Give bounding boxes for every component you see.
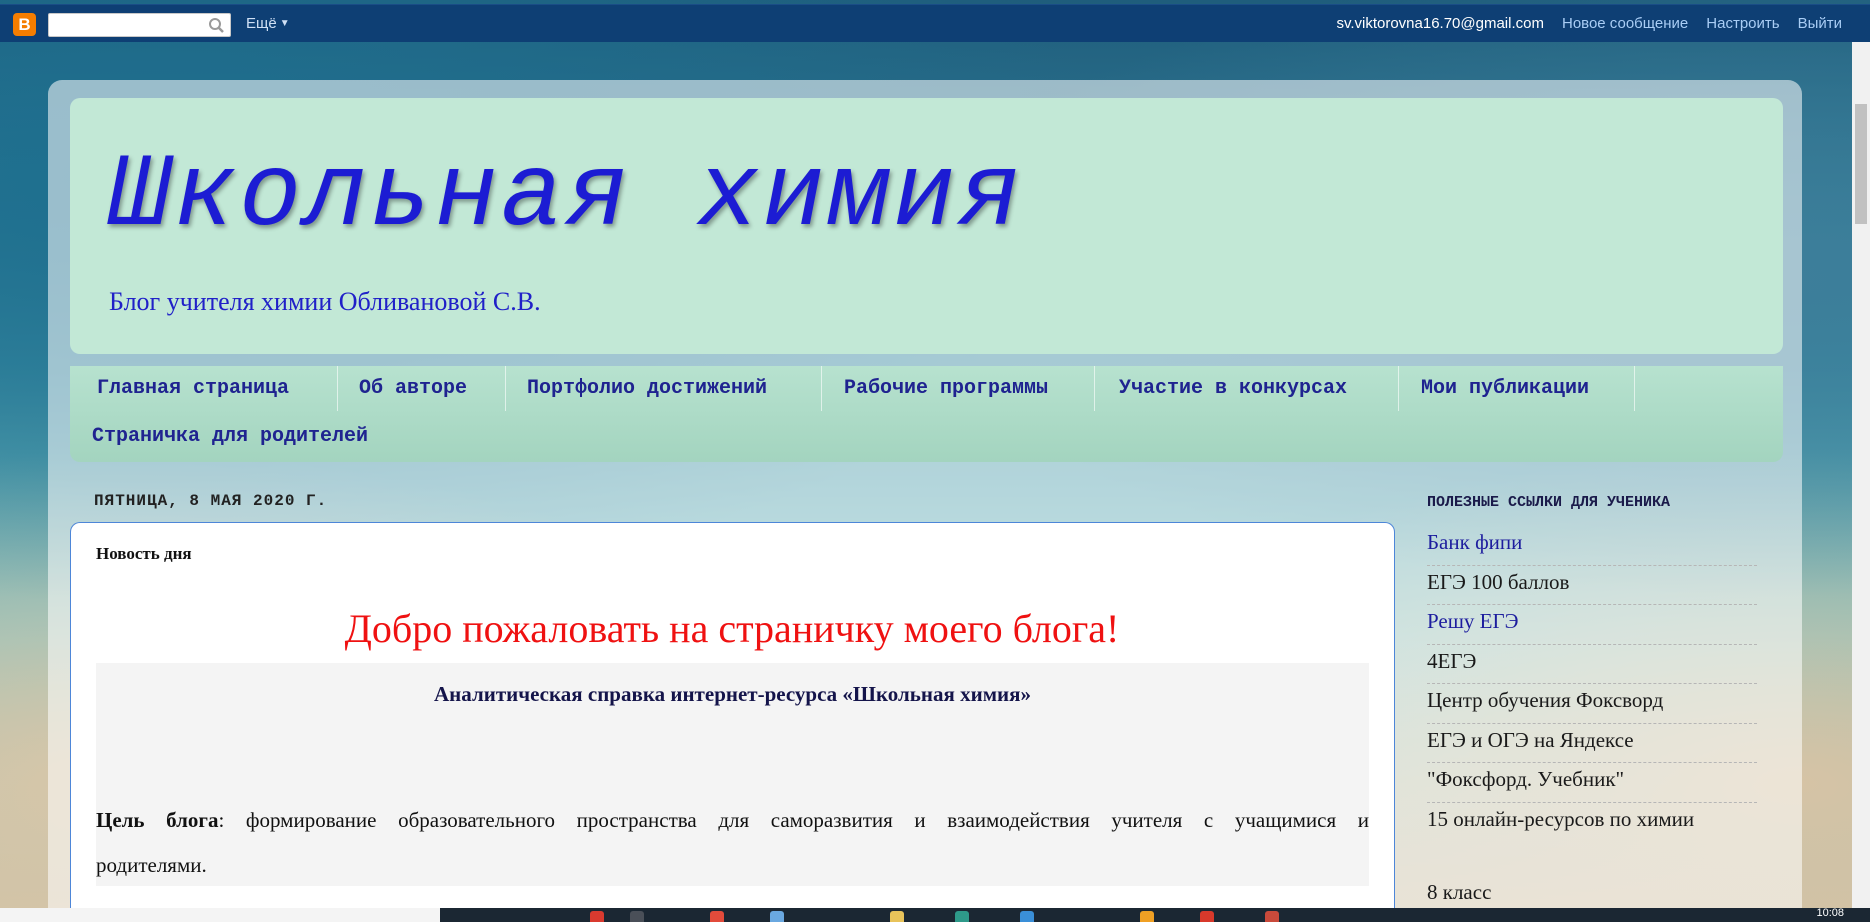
app-icon[interactable] [955,911,969,922]
tab-portfolio[interactable]: Портфолио достижений [527,377,767,400]
new-post-link[interactable]: Новое сообщение [1562,15,1688,32]
app-icon[interactable] [1140,911,1154,922]
app-icon[interactable] [710,911,724,922]
tab-home[interactable]: Главная страница [97,377,289,400]
taskbar-clock[interactable]: 10:08 [1816,907,1844,919]
page-scrollbar[interactable] [1852,42,1870,922]
tab-divider [505,366,506,411]
sidebar-links-title: ПОЛЕЗНЫЕ ССЫЛКИ ДЛЯ УЧЕНИКА [1427,494,1671,511]
taskbar-search-area[interactable] [0,908,440,922]
app-icon[interactable] [630,911,644,922]
navbar-right: sv.viktorovna16.70@gmail.com Новое сообщ… [1336,15,1842,32]
user-email: sv.viktorovna16.70@gmail.com [1336,15,1544,32]
blogger-navbar: B Ещё ▼ sv.viktorovna16.70@gmail.com Ново… [0,4,1870,42]
post-title[interactable]: Новость дня [96,544,192,564]
search-input[interactable] [48,13,231,37]
blogger-logo-icon[interactable]: B [13,13,36,36]
os-taskbar: 10:08 [0,907,1870,922]
folder-icon[interactable] [890,911,904,922]
goal-paragraph-end: родителями. [96,853,207,877]
tab-work-programs[interactable]: Рабочие программы [844,377,1048,400]
sidebar-section-heading: 8 класс [1427,880,1492,904]
app-icon[interactable] [1265,911,1279,922]
tab-parents[interactable]: Страничка для родителей [92,425,368,448]
sign-out-link[interactable]: Выйти [1798,15,1842,32]
analytic-heading: Аналитическая справка интернет-ресурса «… [434,682,1031,706]
tab-divider [1094,366,1095,411]
customize-link[interactable]: Настроить [1706,15,1779,32]
tab-divider [821,366,822,411]
blog-description: Блог учителя химии Обливановой С.В. [109,287,541,316]
app-icon[interactable] [1020,911,1034,922]
search-icon[interactable] [208,17,225,34]
browser-icon[interactable] [590,911,604,922]
tab-divider [337,366,338,411]
goal-label: Цель блога [96,808,219,832]
sidebar-link[interactable]: ЕГЭ 100 баллов [1427,566,1757,605]
sidebar-link[interactable]: Решу ЕГЭ [1427,605,1757,645]
sidebar-link[interactable]: ЕГЭ и ОГЭ на Яндексе [1427,724,1757,763]
tab-divider [1398,366,1399,411]
app-icon[interactable] [770,911,784,922]
tab-about[interactable]: Об авторе [359,377,467,400]
welcome-heading: Добро пожаловать на страничку моего блог… [344,606,1120,651]
chevron-down-icon: ▼ [279,18,290,29]
sidebar-link-list: Банк фипи ЕГЭ 100 баллов Решу ЕГЭ 4ЕГЭ Ц… [1427,526,1757,842]
sidebar-link[interactable]: 4ЕГЭ [1427,645,1757,684]
app-icon[interactable] [1200,911,1214,922]
goal-paragraph: Цель блога: формирование образовательног… [96,792,1369,848]
post-date: ПЯТНИЦА, 8 МАЯ 2020 Г. [94,492,328,510]
tab-publications[interactable]: Мои публикации [1421,377,1589,400]
more-menu-button[interactable]: Ещё ▼ [246,15,290,32]
sidebar-link[interactable]: "Фоксфорд. Учебник" [1427,763,1757,803]
tab-divider [1634,366,1635,411]
blog-title[interactable]: Школьная химия [108,138,1024,256]
sidebar-link[interactable]: Банк фипи [1427,526,1757,566]
tab-contests[interactable]: Участие в конкурсах [1119,377,1347,400]
sidebar-link[interactable]: 15 онлайн-ресурсов по химии [1427,803,1757,843]
goal-text: : формирование образовательного простран… [218,808,1369,832]
sidebar-link[interactable]: Центр обучения Фоксворд [1427,684,1757,724]
scrollbar-thumb[interactable] [1855,104,1867,224]
